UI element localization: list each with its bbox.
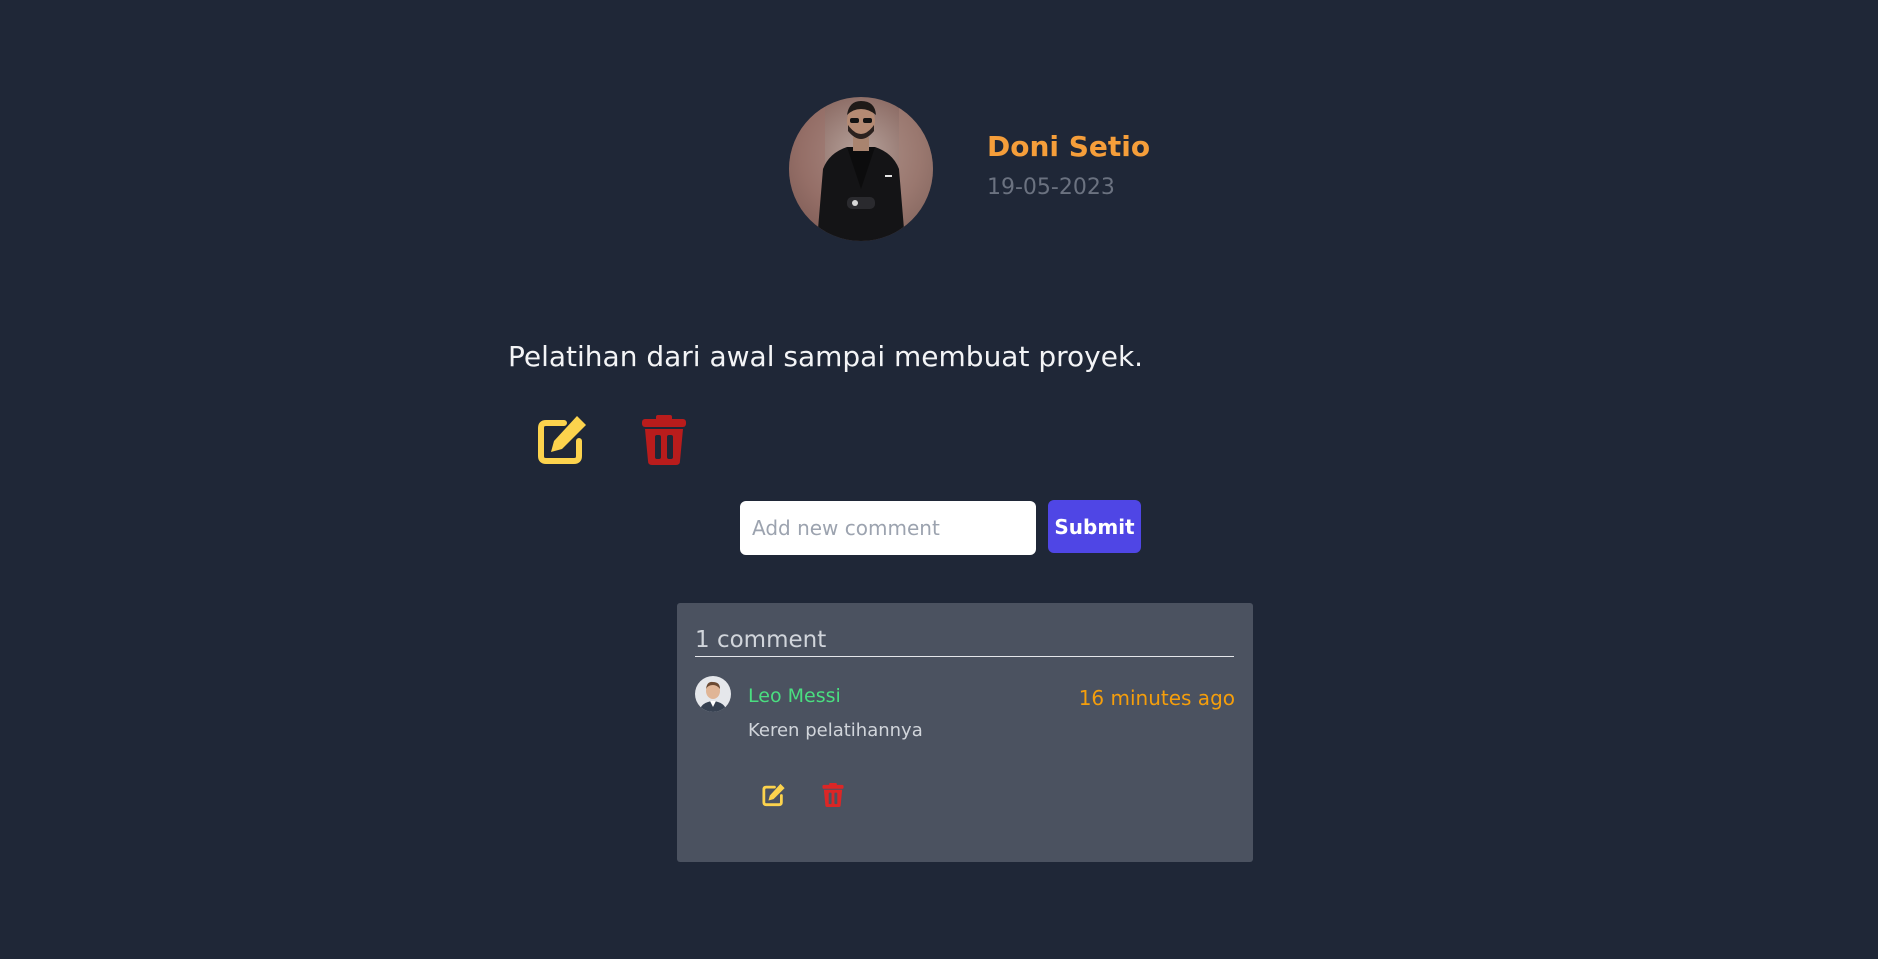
submit-button[interactable]: Submit: [1048, 500, 1141, 553]
post-date: 19-05-2023: [987, 175, 1115, 200]
comment-time: 16 minutes ago: [1078, 686, 1235, 710]
trash-icon[interactable]: [822, 783, 844, 807]
comments-divider: [695, 656, 1234, 657]
post-content: Pelatihan dari awal sampai membuat proye…: [508, 340, 1144, 373]
comment-text: Keren pelatihannya: [748, 720, 923, 741]
comments-panel: 1 comment Leo Messi 16 minutes ago Keren…: [677, 603, 1253, 862]
author-name: Doni Setio: [987, 130, 1151, 163]
trash-icon[interactable]: [642, 415, 686, 465]
edit-icon[interactable]: [762, 783, 786, 807]
author-avatar: [789, 97, 933, 241]
comments-count: 1 comment: [695, 627, 827, 653]
comment-author-avatar: [695, 676, 731, 712]
comment-input[interactable]: [740, 501, 1036, 555]
edit-icon[interactable]: [537, 414, 589, 466]
comment-author: Leo Messi: [748, 685, 841, 707]
